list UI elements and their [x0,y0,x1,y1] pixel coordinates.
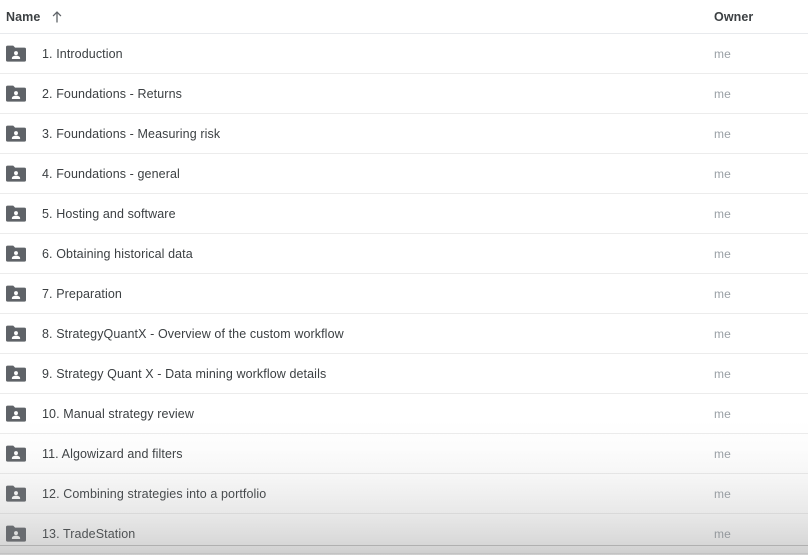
row-name-cell: 6. Obtaining historical data [0,245,700,262]
shared-folder-icon [6,405,26,422]
shared-folder-icon [6,325,26,342]
column-header-owner-label: Owner [714,9,754,24]
row-title: 8. StrategyQuantX - Overview of the cust… [42,326,344,341]
row-title: 4. Foundations - general [42,166,180,181]
row-title: 9. Strategy Quant X - Data mining workfl… [42,366,327,381]
row-name-cell: 2. Foundations - Returns [0,85,700,102]
table-row[interactable]: 11. Algowizard and filters me [0,434,808,474]
row-owner: me [714,286,731,301]
row-owner: me [714,206,731,221]
row-name-cell: 10. Manual strategy review [0,405,700,422]
row-owner: me [714,86,731,101]
shared-folder-icon [6,285,26,302]
row-owner: me [714,166,731,181]
row-title: 10. Manual strategy review [42,406,194,421]
table-row[interactable]: 3. Foundations - Measuring risk me [0,114,808,154]
row-name-cell: 11. Algowizard and filters [0,445,700,462]
row-name-cell: 5. Hosting and software [0,205,700,222]
shared-folder-icon [6,125,26,142]
row-name-cell: 4. Foundations - general [0,165,700,182]
row-owner: me [714,526,731,541]
row-title: 6. Obtaining historical data [42,246,193,261]
sort-ascending-arrow-icon[interactable] [50,10,64,24]
column-header-name[interactable]: Name [0,10,700,24]
row-owner: me [714,126,731,141]
shared-folder-icon [6,525,26,542]
row-title: 1. Introduction [42,46,123,61]
table-row[interactable]: 1. Introduction me [0,34,808,74]
row-name-cell: 9. Strategy Quant X - Data mining workfl… [0,365,700,382]
table-row[interactable]: 12. Combining strategies into a portfoli… [0,474,808,514]
row-name-cell: 1. Introduction [0,45,700,62]
row-owner: me [714,326,731,341]
row-title: 5. Hosting and software [42,206,176,221]
row-owner: me [714,406,731,421]
table-row[interactable]: 2. Foundations - Returns me [0,74,808,114]
row-title: 3. Foundations - Measuring risk [42,126,221,141]
table-row[interactable]: 8. StrategyQuantX - Overview of the cust… [0,314,808,354]
table-row[interactable]: 13. TradeStation me [0,514,808,554]
table-row[interactable]: 4. Foundations - general me [0,154,808,194]
file-list-rows: 1. Introduction me 2. Foundations - Retu… [0,34,808,554]
shared-folder-icon [6,85,26,102]
shared-folder-icon [6,45,26,62]
row-title: 2. Foundations - Returns [42,86,182,101]
file-list-page: Name Owner 1. Introduction me 2. Foundat… [0,0,808,555]
row-name-cell: 13. TradeStation [0,525,700,542]
table-row[interactable]: 10. Manual strategy review me [0,394,808,434]
column-header-owner[interactable]: Owner [700,8,808,26]
row-title: 7. Preparation [42,286,122,301]
file-list-header: Name Owner [0,0,808,34]
column-header-name-label: Name [6,9,41,24]
shared-folder-icon [6,205,26,222]
row-owner: me [714,246,731,261]
shared-folder-icon [6,365,26,382]
table-row[interactable]: 7. Preparation me [0,274,808,314]
table-row[interactable]: 9. Strategy Quant X - Data mining workfl… [0,354,808,394]
row-title: 13. TradeStation [42,526,136,541]
row-name-cell: 7. Preparation [0,285,700,302]
row-owner: me [714,46,731,61]
table-row[interactable]: 6. Obtaining historical data me [0,234,808,274]
row-owner: me [714,366,731,381]
table-row[interactable]: 5. Hosting and software me [0,194,808,234]
shared-folder-icon [6,165,26,182]
shared-folder-icon [6,485,26,502]
row-title: 11. Algowizard and filters [42,446,183,461]
row-owner: me [714,486,731,501]
row-name-cell: 12. Combining strategies into a portfoli… [0,485,700,502]
shared-folder-icon [6,445,26,462]
row-name-cell: 3. Foundations - Measuring risk [0,125,700,142]
shared-folder-icon [6,245,26,262]
row-name-cell: 8. StrategyQuantX - Overview of the cust… [0,325,700,342]
row-owner: me [714,446,731,461]
row-title: 12. Combining strategies into a portfoli… [42,486,267,501]
